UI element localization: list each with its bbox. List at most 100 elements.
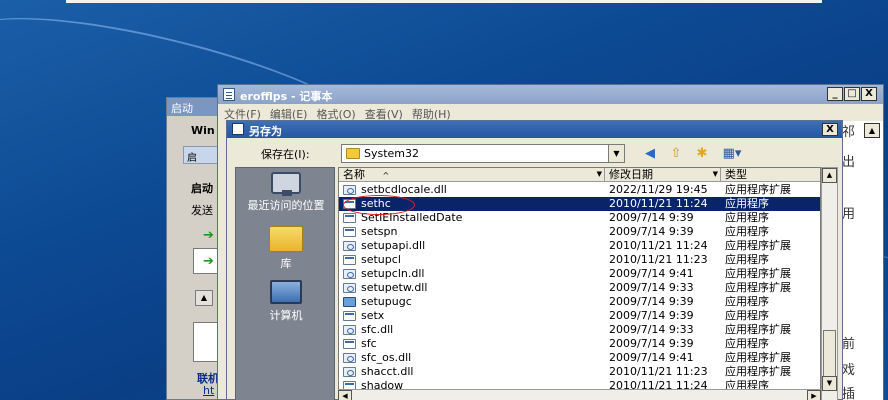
- file-type: 应用程序扩展: [725, 323, 791, 336]
- place-label: 计算机: [269, 309, 303, 322]
- scroll-thumb[interactable]: [823, 330, 836, 378]
- collapse-up-icon[interactable]: ▲: [195, 290, 213, 306]
- file-type: 应用程序: [725, 309, 769, 322]
- column-header-name[interactable]: 名称 ^ ▼: [339, 168, 605, 182]
- file-row[interactable]: SetIEInstalledDate 2009/7/14 9:39 应用程序: [339, 211, 820, 225]
- file-name: setx: [361, 309, 385, 322]
- place-computer[interactable]: 计算机: [236, 280, 336, 323]
- column-date-label: 修改日期: [609, 168, 653, 181]
- file-name: sethc: [361, 197, 391, 210]
- file-row[interactable]: setx 2009/7/14 9:39 应用程序: [339, 309, 820, 323]
- dialog-toolbar: ◀ ⇧ ✱ ▦▾: [641, 145, 745, 162]
- file-type: 应用程序扩展: [725, 239, 791, 252]
- file-date: 2009/7/14 9:39: [609, 309, 694, 322]
- file-row[interactable]: setupcl 2010/11/21 11:23 应用程序: [339, 253, 820, 267]
- computer-icon: [270, 280, 302, 304]
- file-row[interactable]: setupapi.dll 2010/11/21 11:24 应用程序扩展: [339, 239, 820, 253]
- back-icon[interactable]: ◀: [641, 145, 659, 162]
- file-name: SetIEInstalledDate: [361, 211, 463, 224]
- column-name-label: 名称: [343, 168, 365, 181]
- notepad-title-bar[interactable]: erofflps - 记事本 _ □ X: [218, 85, 883, 104]
- maximize-button[interactable]: □: [844, 87, 860, 101]
- green-arrow-icon[interactable]: ➔: [203, 254, 214, 269]
- dialog-close-button[interactable]: X: [822, 123, 838, 136]
- column-type-label: 类型: [725, 168, 747, 181]
- file-row[interactable]: shacct.dll 2010/11/21 11:23 应用程序扩展: [339, 365, 820, 379]
- new-folder-icon[interactable]: ✱: [693, 145, 711, 162]
- green-arrow-icon[interactable]: ➔: [203, 228, 214, 243]
- file-date: 2009/7/14 9:39: [609, 337, 694, 350]
- background-window-heading: 启动: [191, 182, 213, 195]
- file-date: 2009/7/14 9:41: [609, 267, 694, 280]
- place-recent[interactable]: 最近访问的位置: [236, 172, 336, 213]
- file-row[interactable]: setbcdlocale.dll 2022/11/29 19:45 应用程序扩展: [339, 183, 820, 197]
- chevron-down-icon[interactable]: ▼: [597, 168, 602, 181]
- file-date: 2010/11/21 11:23: [609, 253, 708, 266]
- file-list[interactable]: 名称 ^ ▼ 修改日期 ▼ 类型 setbcdlocale.dll 2022/11…: [338, 167, 821, 400]
- file-type: 应用程序: [725, 253, 769, 266]
- notepad-text-fragment: 戏: [842, 363, 856, 378]
- chevron-down-icon[interactable]: ▼: [608, 145, 624, 162]
- file-name: setupapi.dll: [361, 239, 426, 252]
- scroll-up-button[interactable]: ▲: [822, 168, 837, 183]
- menu-format[interactable]: 格式(O): [316, 106, 355, 121]
- view-menu-icon[interactable]: ▦▾: [719, 145, 745, 162]
- menu-help[interactable]: 帮助(H): [412, 106, 451, 121]
- file-name: setupcl: [361, 253, 401, 266]
- file-name: setupetw.dll: [361, 281, 428, 294]
- file-row[interactable]: setupugc 2009/7/14 9:39 应用程序: [339, 295, 820, 309]
- column-header-type[interactable]: 类型: [721, 168, 820, 182]
- file-type: 应用程序: [725, 211, 769, 224]
- places-bar: 最近访问的位置 库 计算机: [235, 167, 335, 400]
- file-date: 2009/7/14 9:33: [609, 323, 694, 336]
- file-name: setspn: [361, 225, 398, 238]
- scroll-right-button[interactable]: ▶: [807, 390, 821, 400]
- file-date: 2010/11/21 11:23: [609, 365, 708, 378]
- column-header-date[interactable]: 修改日期 ▼: [605, 168, 721, 182]
- vertical-scrollbar[interactable]: ▲ ▼: [821, 167, 838, 400]
- file-type: 应用程序: [725, 225, 769, 238]
- file-row[interactable]: sfc.dll 2009/7/14 9:33 应用程序扩展: [339, 323, 820, 337]
- file-row[interactable]: setupetw.dll 2009/7/14 9:33 应用程序扩展: [339, 281, 820, 295]
- file-row[interactable]: sfc 2009/7/14 9:39 应用程序: [339, 337, 820, 351]
- file-list-header: 名称 ^ ▼ 修改日期 ▼ 类型: [339, 168, 820, 182]
- horizontal-scrollbar[interactable]: ◀ ▶: [338, 389, 821, 400]
- scroll-up-button[interactable]: ▲: [864, 123, 880, 138]
- menu-view[interactable]: 查看(V): [365, 106, 403, 121]
- scroll-down-button[interactable]: ▼: [822, 376, 837, 391]
- scroll-left-button[interactable]: ◀: [338, 390, 352, 400]
- notepad-text-fragment: 前: [842, 337, 856, 352]
- file-type: 应用程序扩展: [725, 183, 791, 196]
- file-type: 应用程序扩展: [725, 281, 791, 294]
- dialog-title: 另存为: [249, 125, 282, 138]
- file-type: 应用程序扩展: [725, 365, 791, 378]
- save-in-dropdown[interactable]: System32 ▼: [341, 144, 625, 163]
- save-in-label: 保存在(I):: [261, 148, 310, 161]
- notepad-menu-bar: 文件(F) 编辑(E) 格式(O) 查看(V) 帮助(H): [218, 104, 883, 121]
- dialog-title-bar[interactable]: 另存为 X: [227, 121, 842, 138]
- save-dialog-icon: [232, 123, 244, 135]
- file-name: setbcdlocale.dll: [361, 183, 447, 196]
- background-window-link[interactable]: ht: [203, 384, 214, 397]
- file-row[interactable]: setupcln.dll 2009/7/14 9:41 应用程序扩展: [339, 267, 820, 281]
- recent-places-icon: [271, 172, 301, 196]
- file-row[interactable]: sethc 2010/11/21 11:24 应用程序: [339, 197, 820, 211]
- menu-file[interactable]: 文件(F): [224, 106, 261, 121]
- file-date: 2022/11/29 19:45: [609, 183, 708, 196]
- chevron-down-icon[interactable]: ▼: [713, 168, 718, 181]
- up-folder-icon[interactable]: ⇧: [667, 145, 685, 162]
- save-as-dialog: 另存为 X 保存在(I): System32 ▼ ◀ ⇧ ✱ ▦▾ 最近访问的位…: [226, 120, 843, 400]
- minimize-button[interactable]: _: [827, 87, 843, 101]
- menu-edit[interactable]: 编辑(E): [270, 106, 308, 121]
- notepad-text-fragment: 用: [842, 207, 856, 222]
- top-window-edge: [66, 0, 822, 3]
- folder-icon: [346, 148, 360, 159]
- file-date: 2009/7/14 9:39: [609, 295, 694, 308]
- file-type: 应用程序: [725, 295, 769, 308]
- notepad-text-fragment: 祁: [842, 125, 856, 140]
- place-library[interactable]: 库: [236, 226, 336, 271]
- close-button[interactable]: X: [861, 87, 877, 101]
- file-row[interactable]: setspn 2009/7/14 9:39 应用程序: [339, 225, 820, 239]
- library-icon: [269, 226, 303, 252]
- file-row[interactable]: sfc_os.dll 2009/7/14 9:41 应用程序扩展: [339, 351, 820, 365]
